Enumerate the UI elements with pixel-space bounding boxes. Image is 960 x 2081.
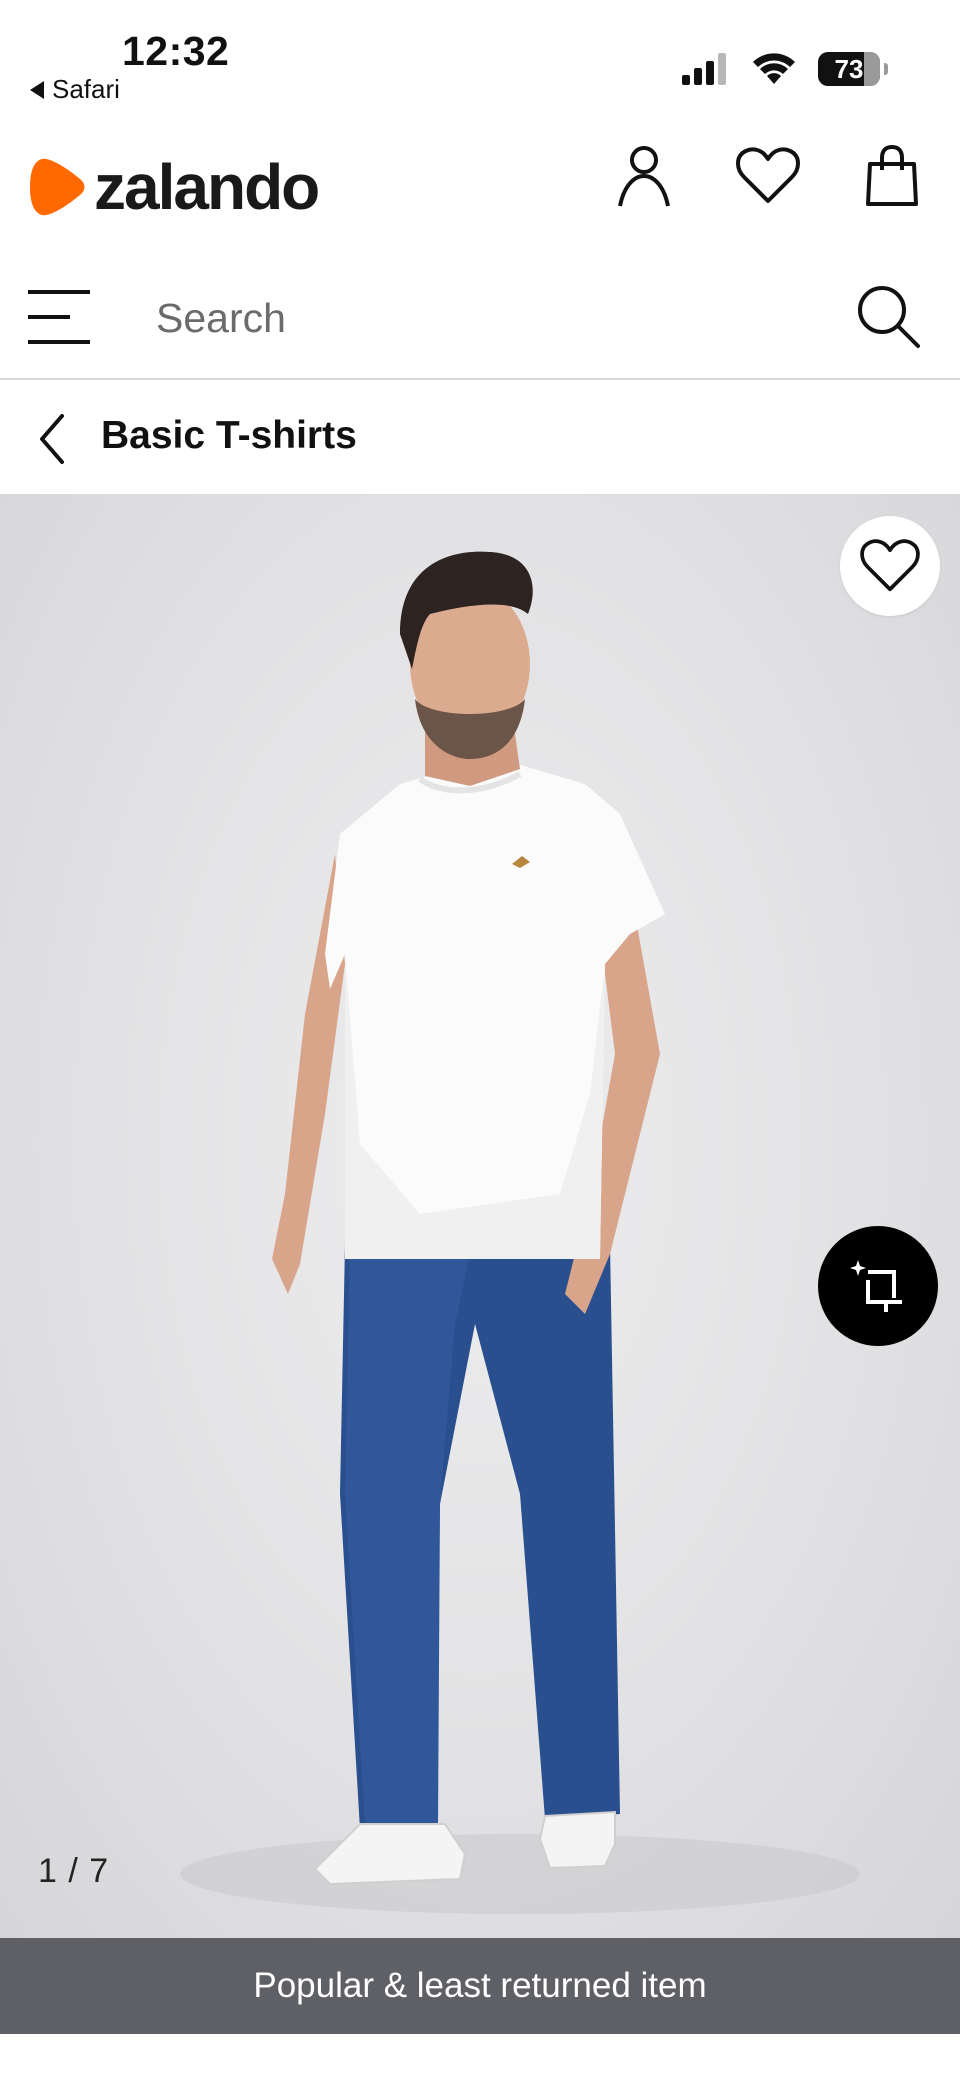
back-triangle-icon — [30, 80, 44, 99]
site-header: zalando — [0, 130, 960, 240]
cart-button[interactable] — [856, 140, 928, 212]
product-image-gallery[interactable]: 1 / 7 — [0, 494, 960, 1938]
status-bar: 12:32 Safari 73 — [0, 0, 960, 110]
battery-nub — [884, 63, 888, 75]
search-icon[interactable] — [854, 282, 924, 352]
bag-icon — [866, 144, 918, 206]
zalando-logo-icon — [30, 158, 85, 216]
system-icons: 73 — [682, 52, 888, 86]
chevron-left-icon[interactable] — [36, 412, 76, 466]
total-images: 7 — [89, 1852, 110, 1890]
user-icon — [618, 146, 670, 207]
wifi-icon — [753, 53, 795, 84]
image-counter: 1 / 7 — [38, 1852, 109, 1891]
battery-level: 73 — [834, 53, 864, 84]
heart-icon — [736, 147, 800, 203]
category-bar: Basic T-shirts — [0, 380, 960, 494]
search-input[interactable] — [154, 284, 818, 352]
category-title: Basic T-shirts — [101, 414, 357, 457]
menu-icon[interactable] — [28, 284, 94, 350]
counter-separator: / — [68, 1852, 79, 1890]
back-to-app-link[interactable]: Safari — [30, 74, 120, 105]
back-app-label: Safari — [52, 74, 120, 104]
banner-text: Popular & least returned item — [253, 1966, 707, 2005]
product-image[interactable] — [0, 494, 960, 1938]
wishlist-button[interactable] — [732, 140, 804, 212]
cellular-signal-icon — [682, 53, 726, 85]
status-time: 12:32 — [122, 28, 230, 74]
add-to-wishlist-button[interactable] — [840, 516, 940, 616]
current-image-index: 1 — [38, 1852, 58, 1890]
battery-indicator: 73 — [818, 52, 888, 86]
heart-icon — [860, 539, 920, 592]
visual-search-button[interactable] — [818, 1226, 938, 1346]
header-actions — [608, 140, 928, 212]
zalando-logo[interactable]: zalando — [28, 150, 320, 224]
visual-search-crop-icon — [850, 1260, 902, 1312]
popular-item-banner: Popular & least returned item — [0, 1938, 960, 2034]
account-button[interactable] — [608, 140, 680, 212]
battery-empty-portion — [864, 52, 880, 86]
search-bar — [0, 262, 960, 380]
logo-wordmark: zalando — [94, 151, 320, 223]
